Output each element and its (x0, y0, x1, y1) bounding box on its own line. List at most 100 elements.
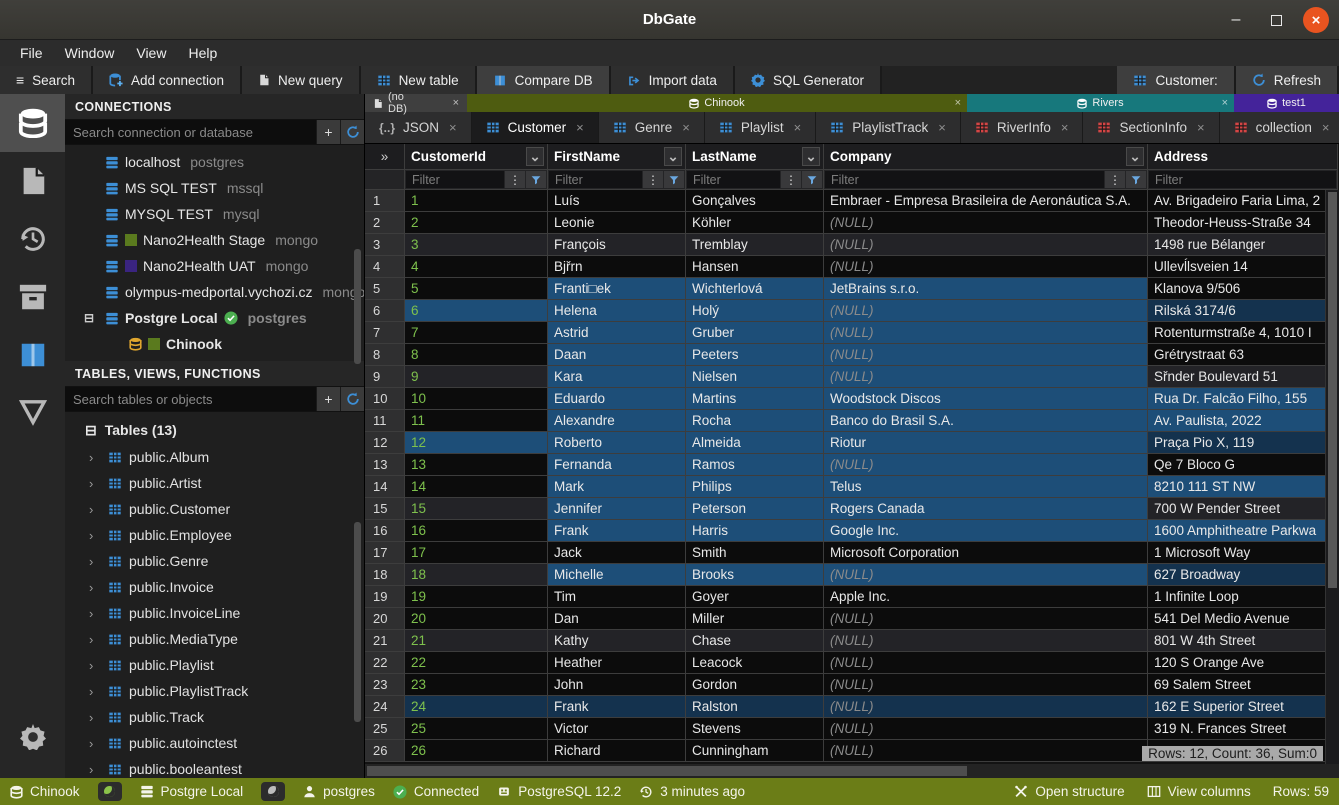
cell-company[interactable]: (NULL) (824, 696, 1148, 718)
cell-company[interactable]: Microsoft Corporation (824, 542, 1148, 564)
cell-company[interactable]: Woodstock Discos (824, 388, 1148, 410)
row-number[interactable]: 12 (365, 432, 405, 454)
cell-lastname[interactable]: Goyer (686, 586, 824, 608)
dbtab-Rivers[interactable]: Rivers× (967, 94, 1234, 112)
rail-database[interactable] (0, 94, 65, 152)
cell-customerid[interactable]: 11 (405, 410, 548, 432)
cell-address[interactable]: 700 W Pender Street (1148, 498, 1338, 520)
cell-company[interactable]: (NULL) (824, 366, 1148, 388)
cell-address[interactable]: Ullevĺlsveien 14 (1148, 256, 1338, 278)
dbtab-noDB[interactable]: (no DB)× (365, 94, 467, 112)
row-number[interactable]: 9 (365, 366, 405, 388)
expand-icon[interactable]: ⊟ (79, 311, 99, 325)
tab-playlisttrack[interactable]: PlaylistTrack× (816, 112, 961, 143)
refresh-button[interactable]: Refresh (1236, 66, 1339, 94)
column-dropdown-button[interactable]: ⌄ (1126, 147, 1144, 166)
table-item[interactable]: ›public.PlaylistTrack (65, 678, 364, 704)
tab-riverinfo[interactable]: RiverInfo× (961, 112, 1084, 143)
cell-address[interactable]: 1 Microsoft Way (1148, 542, 1338, 564)
connections-search-add-button[interactable]: + (316, 120, 340, 144)
cell-lastname[interactable]: Martins (686, 388, 824, 410)
cell-customerid[interactable]: 2 (405, 212, 548, 234)
cell-firstname[interactable]: Daan (548, 344, 686, 366)
row-number[interactable]: 17 (365, 542, 405, 564)
status-rows-59[interactable]: Rows: 59 (1273, 784, 1329, 799)
column-header-firstname[interactable]: FirstName⌄ (548, 144, 686, 170)
cell-company[interactable]: (NULL) (824, 454, 1148, 476)
cell-customerid[interactable]: 19 (405, 586, 548, 608)
cell-company[interactable]: (NULL) (824, 322, 1148, 344)
cell-lastname[interactable]: Stevens (686, 718, 824, 740)
status-postgre-local[interactable]: Postgre Local (140, 784, 244, 799)
cell-lastname[interactable]: Gordon (686, 674, 824, 696)
cell-address[interactable]: Qe 7 Bloco G (1148, 454, 1338, 476)
close-icon[interactable]: × (1061, 120, 1069, 135)
cell-firstname[interactable]: Roberto (548, 432, 686, 454)
cell-company[interactable]: (NULL) (824, 300, 1148, 322)
cell-lastname[interactable]: Smith (686, 542, 824, 564)
filter-menu-button[interactable]: ⋮ (643, 171, 663, 188)
cell-firstname[interactable]: Dan (548, 608, 686, 630)
status-open-structure[interactable]: Open structure (1014, 784, 1124, 799)
row-number[interactable]: 13 (365, 454, 405, 476)
sidebar-scrollbar[interactable] (354, 522, 361, 722)
cell-address[interactable]: Rotenturmstraße 4, 1010 I (1148, 322, 1338, 344)
menu-window[interactable]: Window (55, 43, 125, 63)
column-header-company[interactable]: Company⌄ (824, 144, 1148, 170)
cell-company[interactable]: Riotur (824, 432, 1148, 454)
cell-lastname[interactable]: Chase (686, 630, 824, 652)
chevron-right-icon[interactable]: › (89, 450, 101, 465)
menu-file[interactable]: File (10, 43, 53, 63)
dbtab-Chinook[interactable]: Chinook× (467, 94, 967, 112)
cell-company[interactable]: (NULL) (824, 718, 1148, 740)
row-number[interactable]: 8 (365, 344, 405, 366)
cell-company[interactable]: Banco do Brasil S.A. (824, 410, 1148, 432)
tables-group[interactable]: ⊟Tables (13) (65, 416, 364, 444)
minimize-button[interactable]: – (1223, 7, 1249, 33)
chevron-right-icon[interactable]: › (89, 658, 101, 673)
filter-menu-button[interactable]: ⋮ (781, 171, 801, 188)
cell-customerid[interactable]: 5 (405, 278, 548, 300)
close-icon[interactable]: × (1197, 120, 1205, 135)
close-icon[interactable]: × (453, 97, 459, 109)
cell-lastname[interactable]: Brooks (686, 564, 824, 586)
row-number[interactable]: 6 (365, 300, 405, 322)
cell-lastname[interactable]: Miller (686, 608, 824, 630)
rail-book[interactable] (0, 326, 65, 384)
tab-json[interactable]: {..}JSON× (365, 112, 472, 143)
grid-vertical-scrollbar[interactable] (1325, 190, 1339, 764)
cell-company[interactable]: Google Inc. (824, 520, 1148, 542)
cell-customerid[interactable]: 4 (405, 256, 548, 278)
new-query-button[interactable]: New query (242, 66, 361, 94)
customer-button[interactable]: Customer: (1117, 66, 1235, 94)
cell-customerid[interactable]: 25 (405, 718, 548, 740)
column-header-customerid[interactable]: CustomerId⌄ (405, 144, 548, 170)
row-number[interactable]: 16 (365, 520, 405, 542)
cell-customerid[interactable]: 24 (405, 696, 548, 718)
cell-lastname[interactable]: Köhler (686, 212, 824, 234)
grid-horizontal-scrollbar[interactable] (365, 764, 1339, 778)
table-item[interactable]: ›public.Artist (65, 470, 364, 496)
cell-address[interactable]: Praça Pio X, 119 (1148, 432, 1338, 454)
cell-address[interactable]: 8210 111 ST NW (1148, 476, 1338, 498)
cell-company[interactable]: Embraer - Empresa Brasileira de Aeronáut… (824, 190, 1148, 212)
connection-item[interactable]: Chinook (65, 331, 364, 357)
table-item[interactable]: ›public.Album (65, 444, 364, 470)
row-number[interactable]: 23 (365, 674, 405, 696)
chevron-right-icon[interactable]: › (89, 476, 101, 491)
cell-customerid[interactable]: 26 (405, 740, 548, 762)
cell-company[interactable]: Rogers Canada (824, 498, 1148, 520)
column-dropdown-button[interactable]: ⌄ (664, 147, 682, 166)
cell-customerid[interactable]: 3 (405, 234, 548, 256)
cell-firstname[interactable]: Jennifer (548, 498, 686, 520)
connection-item[interactable]: MS SQL TESTmssql (65, 175, 364, 201)
cell-address[interactable]: Rilská 3174/6 (1148, 300, 1338, 322)
close-icon[interactable]: × (794, 120, 802, 135)
cell-company[interactable]: (NULL) (824, 212, 1148, 234)
table-item[interactable]: ›public.MediaType (65, 626, 364, 652)
cell-customerid[interactable]: 21 (405, 630, 548, 652)
cell-customerid[interactable]: 23 (405, 674, 548, 696)
connection-item[interactable]: ⊟Postgre Localpostgres (65, 305, 364, 331)
cell-company[interactable]: (NULL) (824, 608, 1148, 630)
row-number[interactable]: 7 (365, 322, 405, 344)
